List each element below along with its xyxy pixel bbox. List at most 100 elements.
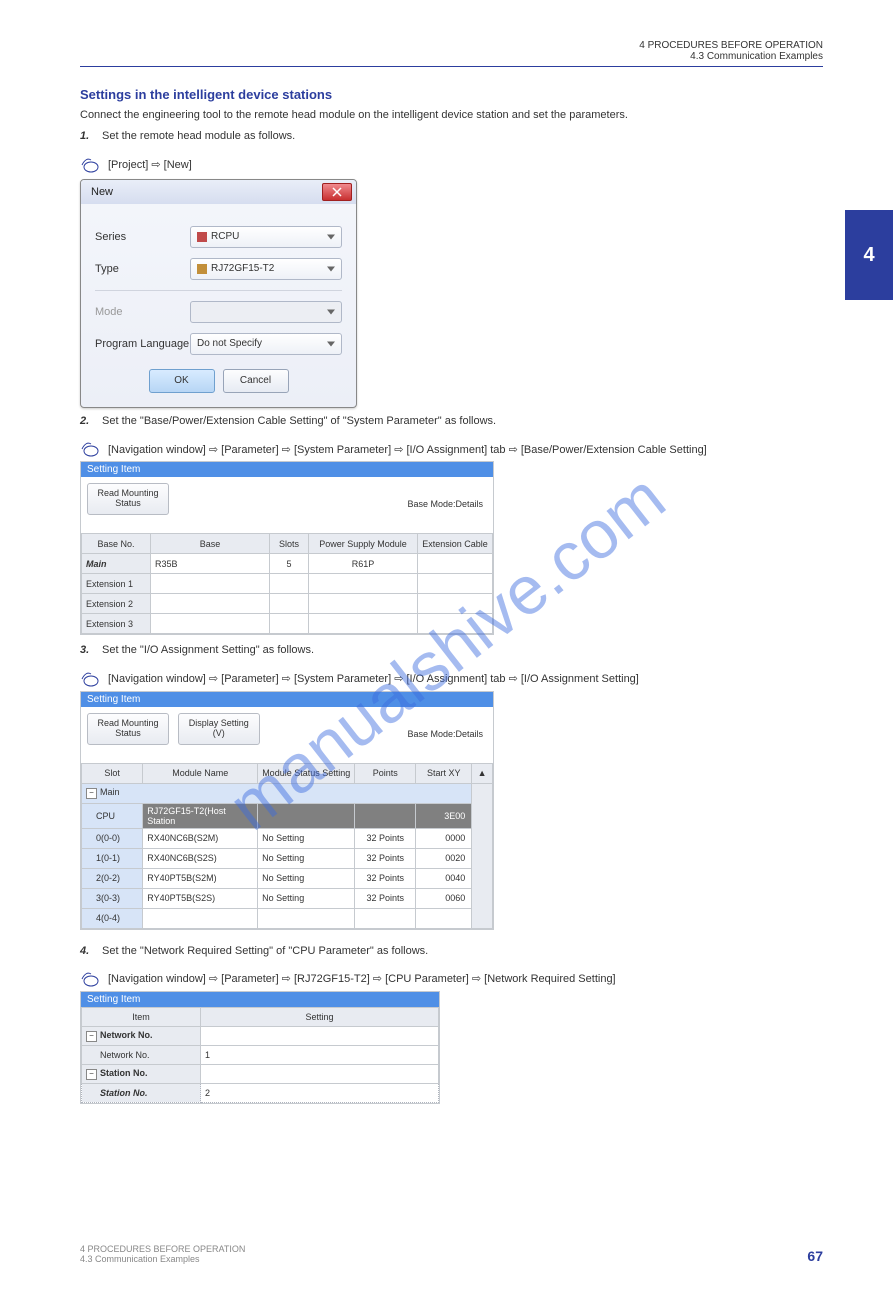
type-combo[interactable]: RJ72GF15-T2 xyxy=(190,258,342,280)
network-setting-panel: Setting Item Item Setting −Network No. N… xyxy=(80,991,440,1104)
row-3-points[interactable]: 32 Points xyxy=(355,888,416,908)
scroll-up-icon[interactable]: ▲ xyxy=(472,763,493,783)
step-2: 2. Set the "Base/Power/Extension Cable S… xyxy=(80,414,823,429)
mode-label: Mode xyxy=(95,306,190,318)
row-network-no-group[interactable]: −Network No. xyxy=(82,1026,201,1045)
col-slot: Slot xyxy=(82,763,143,783)
row-1-status[interactable]: No Setting xyxy=(258,848,355,868)
page-header: 4 PROCEDURES BEFORE OPERATION 4.3 Commun… xyxy=(80,40,823,62)
base-mode-label: Base Mode:Details xyxy=(407,729,483,739)
nav-path-3-text: [Navigation window] ⇨ [Parameter] ⇨ [Sys… xyxy=(108,672,639,685)
step-1-number: 1. xyxy=(80,129,98,144)
row-0-points[interactable]: 32 Points xyxy=(355,828,416,848)
row-1-slot: 1(0-1) xyxy=(82,848,143,868)
row-station-no-label: Station No. xyxy=(100,1068,148,1078)
row-cpu-points[interactable] xyxy=(355,803,416,828)
row-station-no-val[interactable]: 2 xyxy=(201,1083,439,1102)
series-value: RCPU xyxy=(211,231,239,242)
read-mounting-button[interactable]: Read Mounting Status xyxy=(87,713,169,745)
col-base-no: Base No. xyxy=(82,534,151,554)
series-label: Series xyxy=(95,231,190,243)
row-1-points[interactable]: 32 Points xyxy=(355,848,416,868)
row-cpu-name[interactable]: RJ72GF15-T2(Host Station xyxy=(143,803,258,828)
row-network-no: Network No. xyxy=(82,1045,201,1064)
tree-main-label: Main xyxy=(100,787,120,797)
dialog-divider xyxy=(95,290,342,291)
row-3-xy[interactable]: 0060 xyxy=(416,888,472,908)
page-number: 67 xyxy=(807,1248,823,1264)
module-icon xyxy=(197,264,207,274)
nav-path-3: [Navigation window] ⇨ [Parameter] ⇨ [Sys… xyxy=(80,671,823,687)
type-label: Type xyxy=(95,263,190,275)
cell-cable[interactable] xyxy=(418,554,493,574)
step-1-text: Set the remote head module as follows. xyxy=(102,129,295,144)
row-0-name[interactable]: RX40NC6B(S2M) xyxy=(143,828,258,848)
col-setting: Setting xyxy=(201,1007,439,1026)
row-1-name[interactable]: RX40NC6B(S2S) xyxy=(143,848,258,868)
io-assignment-panel: Setting Item Read Mounting Status Displa… xyxy=(80,691,494,930)
row-0-xy[interactable]: 0000 xyxy=(416,828,472,848)
base-mode-label: Base Mode:Details xyxy=(407,499,483,509)
minus-icon[interactable]: − xyxy=(86,1031,97,1042)
col-points: Points xyxy=(355,763,416,783)
scrollbar[interactable] xyxy=(472,783,493,928)
series-combo[interactable]: RCPU xyxy=(190,226,342,248)
base-grid[interactable]: Base No. Base Slots Power Supply Module … xyxy=(81,533,493,634)
row-2-xy[interactable]: 0040 xyxy=(416,868,472,888)
row-station-no-group[interactable]: −Station No. xyxy=(82,1064,201,1083)
footer-section: 4.3 Communication Examples xyxy=(80,1254,245,1264)
row-network-no-val[interactable]: 1 xyxy=(201,1045,439,1064)
step-3-text: Set the "I/O Assignment Setting" as foll… xyxy=(102,643,314,658)
minus-icon[interactable]: − xyxy=(86,1069,97,1080)
row-1-xy[interactable]: 0020 xyxy=(416,848,472,868)
col-cable: Extension Cable xyxy=(418,534,493,554)
col-status: Module Status Setting xyxy=(258,763,355,783)
col-psu: Power Supply Module xyxy=(309,534,418,554)
cell-psu[interactable]: R61P xyxy=(309,554,418,574)
row-station-no: Station No. xyxy=(82,1083,201,1102)
row-ext2: Extension 2 xyxy=(82,594,151,614)
mouse-icon xyxy=(80,441,102,457)
step-2-text: Set the "Base/Power/Extension Cable Sett… xyxy=(102,414,496,429)
row-3-name[interactable]: RY40PT5B(S2S) xyxy=(143,888,258,908)
tree-main[interactable]: −Main xyxy=(82,783,472,803)
row-main: Main xyxy=(82,554,151,574)
nav-path-1-text: [Project] ⇨ [New] xyxy=(108,158,192,171)
close-icon[interactable] xyxy=(322,183,352,201)
col-slots: Slots xyxy=(270,534,309,554)
nav-path-2-text: [Navigation window] ⇨ [Parameter] ⇨ [Sys… xyxy=(108,443,707,456)
row-2-name[interactable]: RY40PT5B(S2M) xyxy=(143,868,258,888)
read-mounting-button[interactable]: Read Mounting Status xyxy=(87,483,169,515)
row-cpu-status[interactable] xyxy=(258,803,355,828)
cancel-button[interactable]: Cancel xyxy=(223,369,289,393)
step-1: 1. Set the remote head module as follows… xyxy=(80,129,823,144)
display-setting-button[interactable]: Display Setting (V) xyxy=(178,713,260,745)
minus-icon[interactable]: − xyxy=(86,788,97,799)
step-3: 3. Set the "I/O Assignment Setting" as f… xyxy=(80,643,823,658)
header-rule xyxy=(80,66,823,67)
cell-base[interactable]: R35B xyxy=(151,554,270,574)
row-ext1: Extension 1 xyxy=(82,574,151,594)
lang-combo[interactable]: Do not Specify xyxy=(190,333,342,355)
lang-value: Do not Specify xyxy=(197,338,262,349)
cell-slots[interactable]: 5 xyxy=(270,554,309,574)
io-grid[interactable]: Slot Module Name Module Status Setting P… xyxy=(81,763,493,929)
row-cpu-xy[interactable]: 3E00 xyxy=(416,803,472,828)
nav-path-1: [Project] ⇨ [New] xyxy=(80,157,823,173)
col-item: Item xyxy=(82,1007,201,1026)
panel-title: Setting Item xyxy=(81,692,493,707)
network-grid[interactable]: Item Setting −Network No. Network No. 1 … xyxy=(81,1007,439,1103)
mouse-icon xyxy=(80,157,102,173)
row-2-slot: 2(0-2) xyxy=(82,868,143,888)
step-4-number: 4. xyxy=(80,944,98,959)
row-3-status[interactable]: No Setting xyxy=(258,888,355,908)
col-startxy: Start XY xyxy=(416,763,472,783)
row-2-points[interactable]: 32 Points xyxy=(355,868,416,888)
ok-button[interactable]: OK xyxy=(149,369,215,393)
dialog-titlebar: New xyxy=(81,180,356,204)
mouse-icon xyxy=(80,971,102,987)
row-2-status[interactable]: No Setting xyxy=(258,868,355,888)
row-0-status[interactable]: No Setting xyxy=(258,828,355,848)
nav-path-4: [Navigation window] ⇨ [Parameter] ⇨ [RJ7… xyxy=(80,971,823,987)
cpu-icon xyxy=(197,232,207,242)
